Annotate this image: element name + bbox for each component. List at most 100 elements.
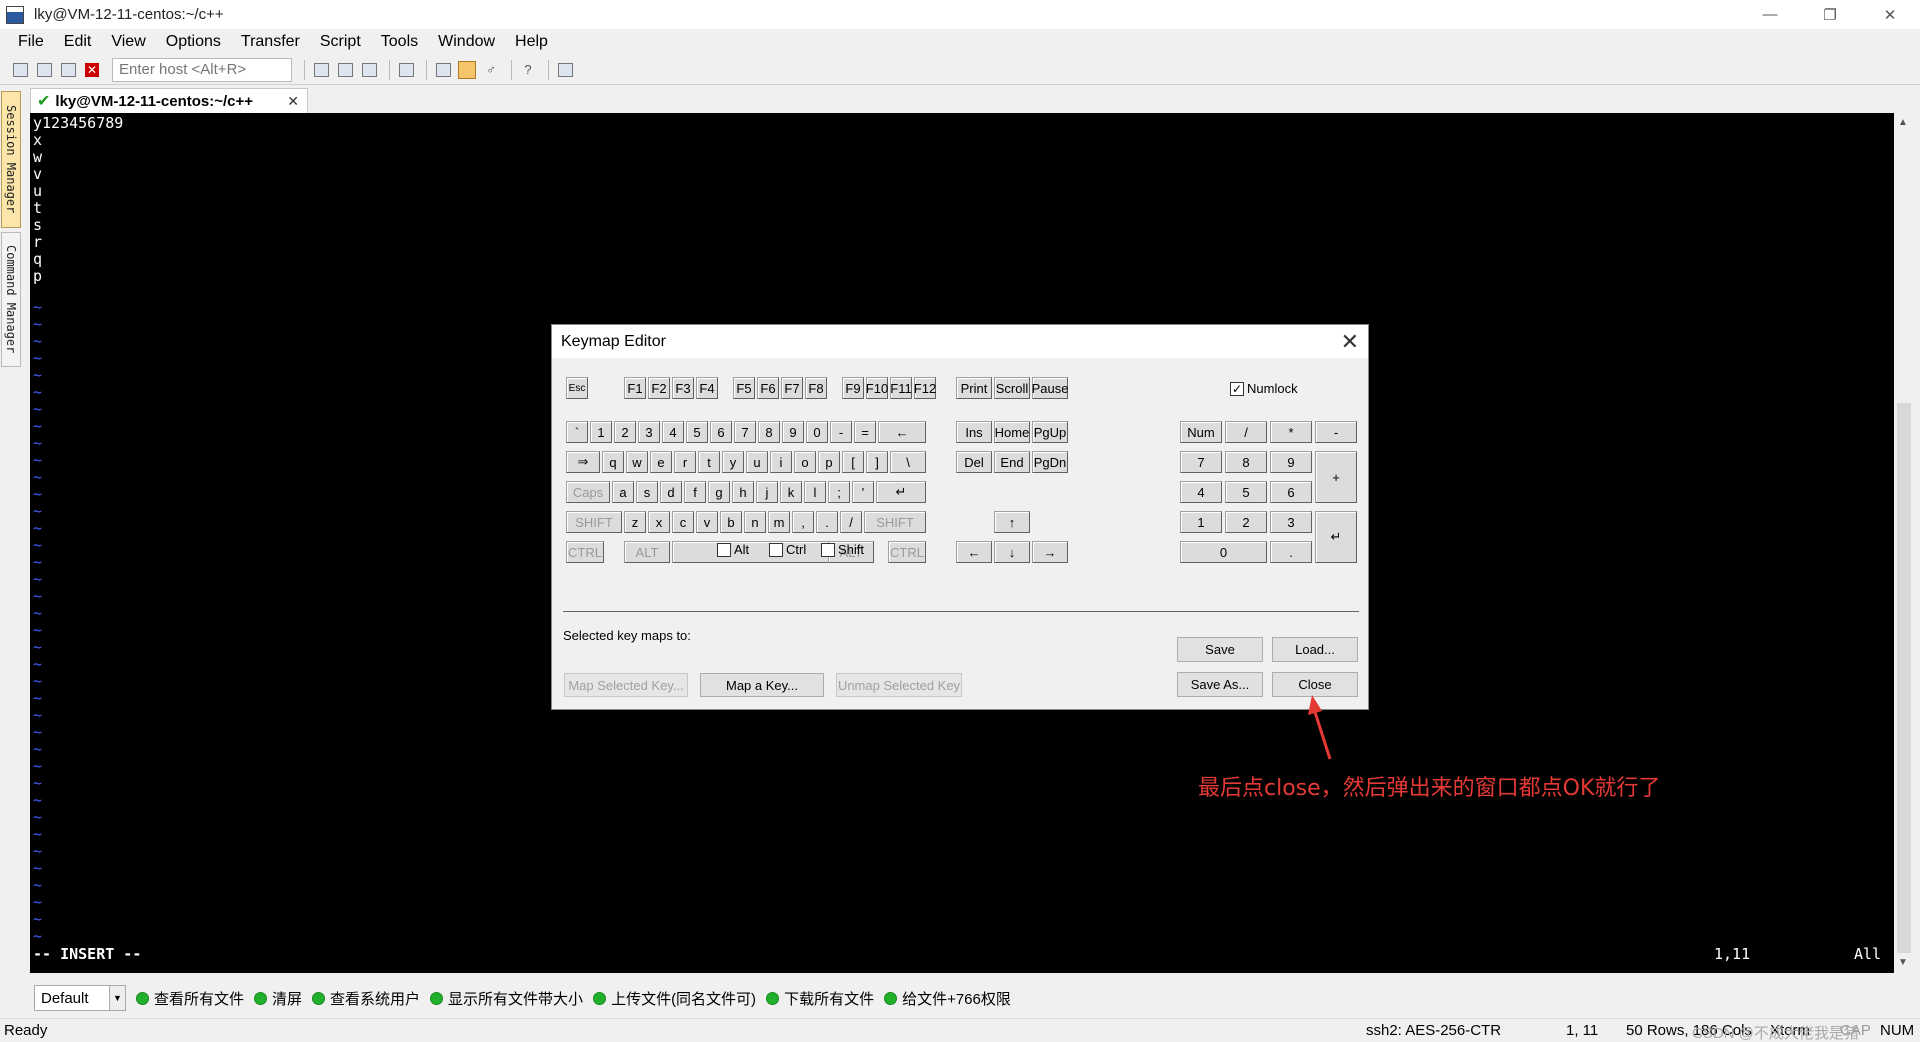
- key-n2[interactable]: 2: [614, 421, 636, 443]
- host-input[interactable]: [112, 57, 292, 82]
- key-kp-mul[interactable]: *: [1270, 421, 1312, 443]
- shift-checkbox[interactable]: Shift: [821, 542, 864, 557]
- key-kp2[interactable]: 2: [1225, 511, 1267, 533]
- button-bar-select[interactable]: Default ▼: [34, 985, 126, 1011]
- dialog-close-icon[interactable]: ✕: [1341, 329, 1359, 355]
- key-scroll[interactable]: Scroll: [994, 377, 1030, 399]
- connect-icon[interactable]: [10, 60, 30, 80]
- key-quote[interactable]: ': [852, 481, 874, 503]
- key-kp4[interactable]: 4: [1180, 481, 1222, 503]
- key-n6[interactable]: 6: [710, 421, 732, 443]
- find-icon[interactable]: [359, 60, 379, 80]
- command-button[interactable]: 清屏: [254, 988, 302, 1009]
- scroll-down-icon[interactable]: ▼: [1898, 957, 1908, 968]
- key-esc[interactable]: Esc: [566, 377, 588, 399]
- key-f5[interactable]: F5: [733, 377, 755, 399]
- key-kp3[interactable]: 3: [1270, 511, 1312, 533]
- key-u[interactable]: u: [746, 451, 768, 473]
- help-icon[interactable]: ?: [518, 60, 538, 80]
- key-f6[interactable]: F6: [757, 377, 779, 399]
- key-y[interactable]: y: [722, 451, 744, 473]
- key-left[interactable]: ←: [956, 541, 992, 563]
- key-del[interactable]: Del: [956, 451, 992, 473]
- key-kp9[interactable]: 9: [1270, 451, 1312, 473]
- key-down[interactable]: ↓: [994, 541, 1030, 563]
- ctrl-check-box[interactable]: [769, 542, 783, 557]
- key-s[interactable]: s: [636, 481, 658, 503]
- key-tab[interactable]: ⇒: [566, 451, 600, 473]
- key-pgup[interactable]: PgUp: [1032, 421, 1068, 443]
- key-shift[interactable]: SHIFT: [864, 511, 926, 533]
- command-button[interactable]: 查看系统用户: [312, 988, 420, 1009]
- key-b[interactable]: b: [720, 511, 742, 533]
- key-period[interactable]: .: [816, 511, 838, 533]
- menu-view[interactable]: View: [101, 33, 155, 51]
- key-right[interactable]: →: [1032, 541, 1068, 563]
- key-n7[interactable]: 7: [734, 421, 756, 443]
- key-h[interactable]: h: [732, 481, 754, 503]
- save-button[interactable]: Save: [1177, 637, 1263, 662]
- key-i[interactable]: i: [770, 451, 792, 473]
- tab-close-icon[interactable]: ✕: [287, 93, 299, 110]
- key-backslash[interactable]: \: [890, 451, 926, 473]
- key-end[interactable]: End: [994, 451, 1030, 473]
- copy-icon[interactable]: [311, 60, 331, 80]
- key-g[interactable]: g: [708, 481, 730, 503]
- close-window-button[interactable]: ✕: [1860, 0, 1920, 29]
- key-minus[interactable]: -: [830, 421, 852, 443]
- menu-window[interactable]: Window: [428, 33, 505, 51]
- menu-help[interactable]: Help: [505, 33, 558, 51]
- command-manager-tab[interactable]: Command Manager: [1, 232, 21, 367]
- key-f4[interactable]: F4: [696, 377, 718, 399]
- key-alt[interactable]: ALT: [624, 541, 670, 563]
- key-l[interactable]: l: [804, 481, 826, 503]
- key-kp-add[interactable]: +: [1315, 451, 1357, 503]
- key-d[interactable]: d: [660, 481, 682, 503]
- shift-check-box[interactable]: [821, 542, 835, 557]
- menu-file[interactable]: File: [8, 33, 54, 51]
- key-f11[interactable]: F11: [890, 377, 912, 399]
- key-caps[interactable]: Caps: [566, 481, 610, 503]
- key-kp-enter[interactable]: ↵: [1315, 511, 1357, 563]
- key-kp1[interactable]: 1: [1180, 511, 1222, 533]
- key-shift[interactable]: SHIFT: [566, 511, 622, 533]
- key-n3[interactable]: 3: [638, 421, 660, 443]
- session-tab[interactable]: ✔ lky@VM-12-11-centos:~/c++ ✕: [30, 88, 308, 113]
- numlock-checkbox[interactable]: ✓ Numlock: [1230, 381, 1298, 396]
- key-m[interactable]: m: [768, 511, 790, 533]
- key-kp0[interactable]: 0: [1180, 541, 1267, 563]
- menu-edit[interactable]: Edit: [54, 33, 102, 51]
- menu-script[interactable]: Script: [310, 33, 371, 51]
- key-kp6[interactable]: 6: [1270, 481, 1312, 503]
- key-q[interactable]: q: [602, 451, 624, 473]
- key-w[interactable]: w: [626, 451, 648, 473]
- key-f12[interactable]: F12: [914, 377, 936, 399]
- key-n[interactable]: n: [744, 511, 766, 533]
- key-p[interactable]: p: [818, 451, 840, 473]
- command-button[interactable]: 给文件+766权限: [884, 988, 1011, 1009]
- session-manager-tab[interactable]: Session Manager: [1, 91, 21, 228]
- key-pause[interactable]: Pause: [1032, 377, 1068, 399]
- map-a-key-button[interactable]: Map a Key...: [700, 673, 824, 697]
- restore-button[interactable]: ❐: [1800, 0, 1860, 29]
- alt-check-box[interactable]: [717, 542, 731, 557]
- ctrl-checkbox[interactable]: Ctrl: [769, 542, 806, 557]
- save-as-button[interactable]: Save As...: [1177, 672, 1263, 697]
- key-f7[interactable]: F7: [781, 377, 803, 399]
- key-ctrl[interactable]: CTRL: [888, 541, 926, 563]
- command-button[interactable]: 显示所有文件带大小: [430, 988, 583, 1009]
- key-rbracket[interactable]: ]: [866, 451, 888, 473]
- scroll-thumb[interactable]: [1897, 403, 1911, 953]
- key-lbracket[interactable]: [: [842, 451, 864, 473]
- key-semicolon[interactable]: ;: [828, 481, 850, 503]
- key-f3[interactable]: F3: [672, 377, 694, 399]
- key-x[interactable]: x: [648, 511, 670, 533]
- paste-icon[interactable]: [335, 60, 355, 80]
- key-backspace[interactable]: ←: [878, 421, 926, 443]
- key-n8[interactable]: 8: [758, 421, 780, 443]
- key-o[interactable]: o: [794, 451, 816, 473]
- key-home[interactable]: Home: [994, 421, 1030, 443]
- menu-tools[interactable]: Tools: [371, 33, 428, 51]
- key-f1[interactable]: F1: [624, 377, 646, 399]
- chevron-down-icon[interactable]: ▼: [109, 986, 125, 1010]
